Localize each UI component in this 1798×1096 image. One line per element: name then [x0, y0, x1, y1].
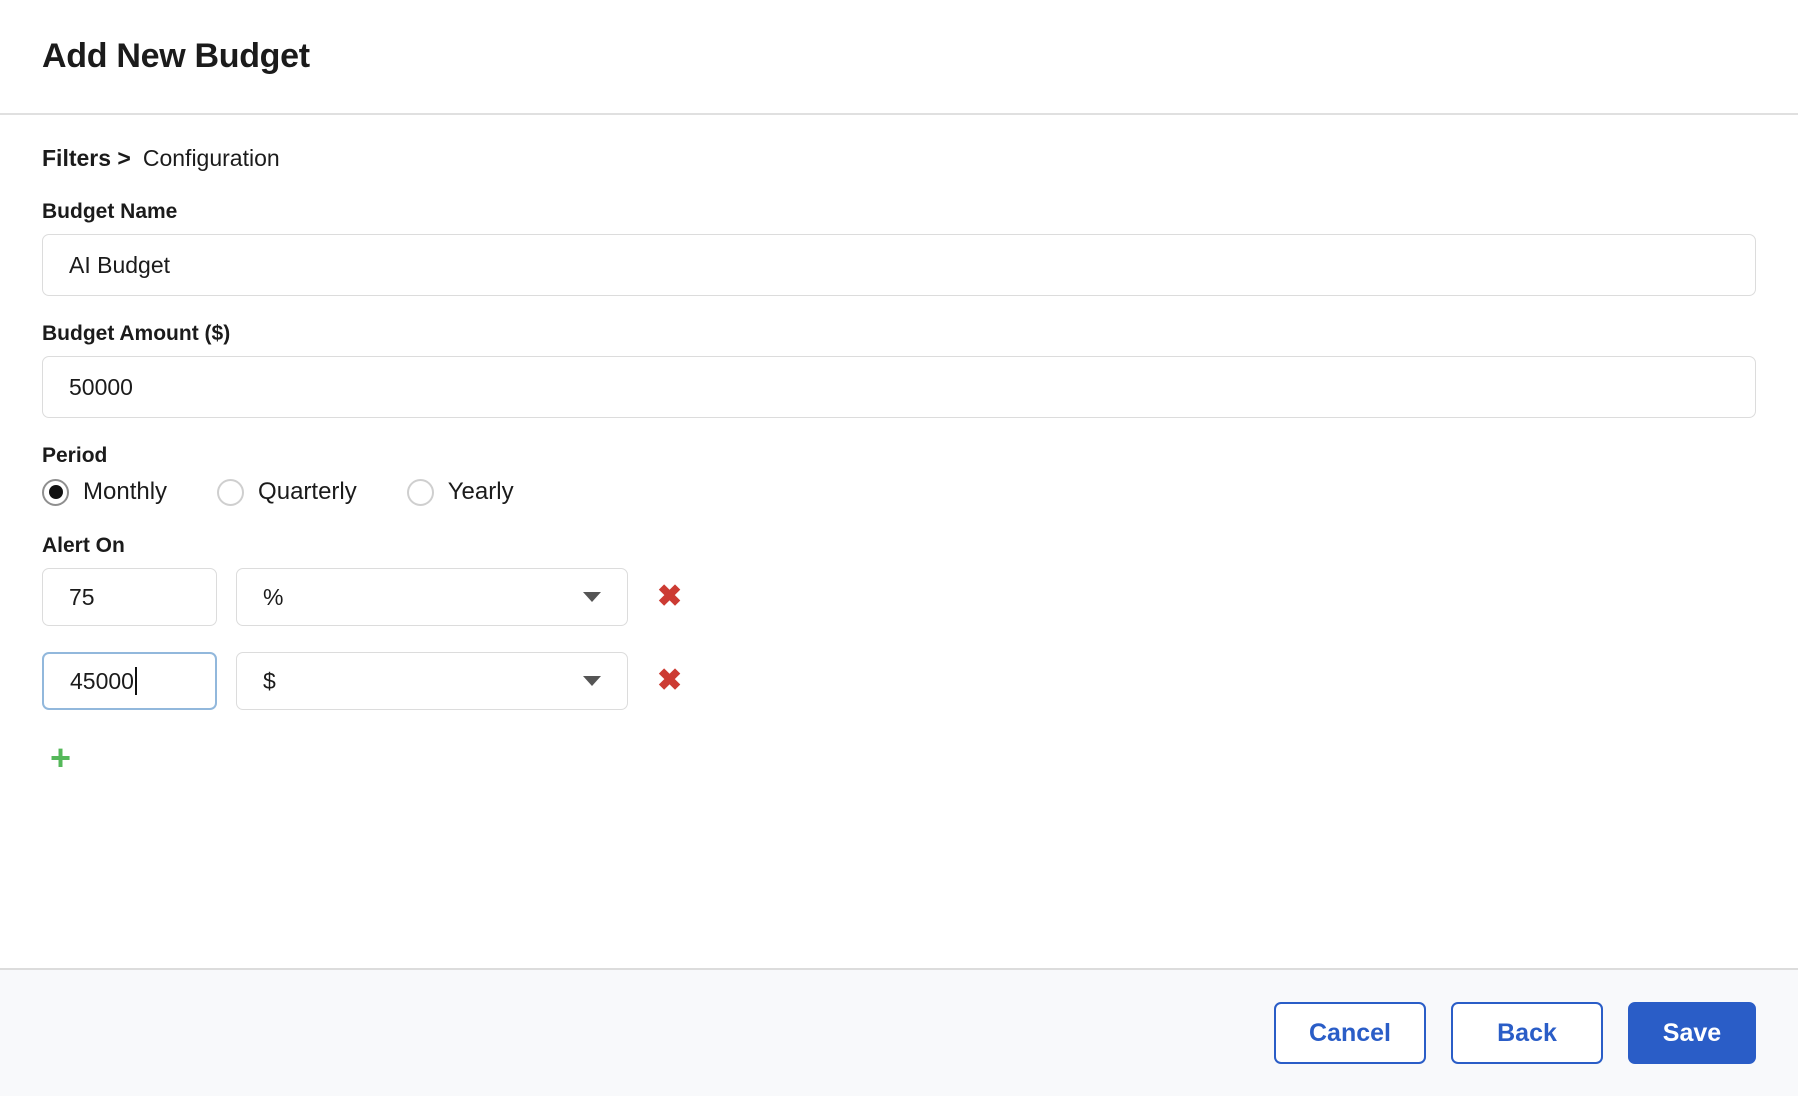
alert-unit-select[interactable]: % — [236, 568, 628, 626]
alert-threshold-input[interactable]: 75 — [42, 568, 217, 626]
period-radio-group: Monthly Quarterly Yearly — [42, 478, 1756, 506]
cancel-button[interactable]: Cancel — [1274, 1002, 1426, 1064]
alert-unit-value: $ — [263, 667, 276, 694]
alert-unit-select[interactable]: $ — [236, 652, 628, 710]
radio-unselected-icon[interactable] — [217, 478, 245, 506]
save-button[interactable]: Save — [1628, 1002, 1756, 1064]
alert-row: 45000 $ ✖ — [42, 652, 1756, 710]
page-title: Add New Budget — [42, 37, 310, 75]
period-field-group: Period Monthly Quarterly Yearly — [42, 444, 1756, 506]
budget-name-input[interactable]: AI Budget — [42, 234, 1756, 296]
budget-name-label: Budget Name — [42, 200, 178, 223]
budget-name-field-group: Budget Name AI Budget — [42, 200, 1756, 296]
alert-unit-value: % — [263, 583, 284, 610]
budget-amount-input[interactable]: 50000 — [42, 356, 1756, 418]
period-option-yearly[interactable]: Yearly — [406, 478, 514, 506]
period-option-yearly-label: Yearly — [447, 478, 514, 505]
chevron-down-icon — [583, 676, 601, 686]
breadcrumb-item-filters[interactable]: Filters > — [42, 145, 131, 172]
alert-on-label: Alert On — [42, 534, 125, 557]
breadcrumb: Filters > Configuration — [42, 145, 1756, 172]
remove-alert-button[interactable]: ✖ — [647, 666, 692, 696]
alert-threshold-value: 45000 — [70, 667, 134, 694]
budget-amount-field-group: Budget Amount ($) 50000 — [42, 322, 1756, 418]
back-button[interactable]: Back — [1451, 1002, 1603, 1064]
page-header: Add New Budget — [0, 0, 1798, 115]
period-label: Period — [42, 444, 108, 467]
period-option-monthly[interactable]: Monthly — [42, 478, 167, 506]
period-option-monthly-label: Monthly — [83, 478, 168, 505]
radio-selected-icon[interactable] — [42, 478, 69, 506]
page-footer: Cancel Back Save — [0, 968, 1798, 1096]
chevron-down-icon — [583, 592, 601, 602]
budget-form: Filters > Configuration Budget Name AI B… — [0, 115, 1798, 968]
alert-threshold-input[interactable]: 45000 — [42, 652, 217, 710]
text-cursor — [134, 667, 137, 695]
remove-alert-button[interactable]: ✖ — [647, 582, 692, 612]
budget-amount-label: Budget Amount ($) — [42, 322, 231, 345]
period-option-quarterly-label: Quarterly — [258, 478, 357, 505]
radio-unselected-icon[interactable] — [406, 478, 434, 506]
alert-row: 75 % ✖ — [42, 568, 1756, 626]
breadcrumb-item-configuration: Configuration — [142, 145, 280, 171]
add-alert-button[interactable]: + — [50, 740, 71, 776]
alert-on-field-group: Alert On 75 % ✖ 45000 $ ✖ + — [42, 534, 1756, 776]
period-option-quarterly[interactable]: Quarterly — [217, 478, 357, 506]
